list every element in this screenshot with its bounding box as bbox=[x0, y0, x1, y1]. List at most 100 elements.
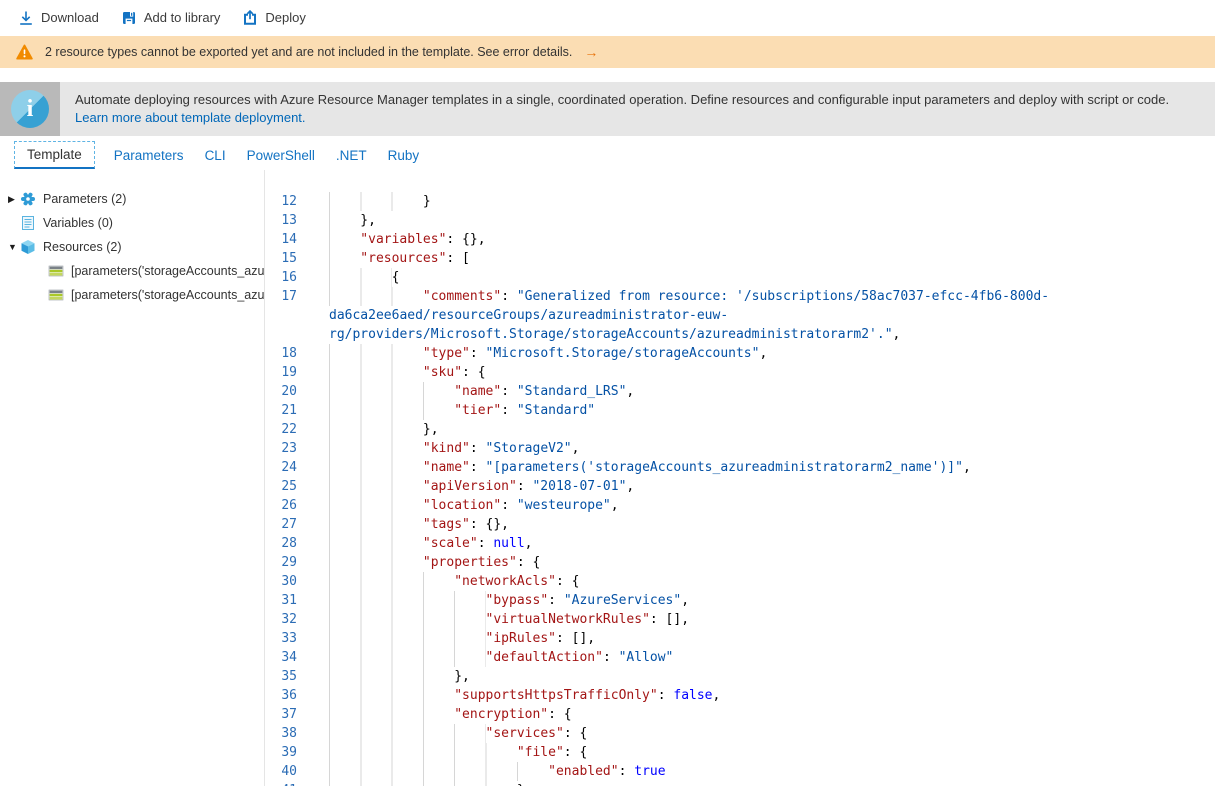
tree-item-variables-0[interactable]: Variables (0) bbox=[0, 211, 264, 235]
code-line: 40"enabled": true bbox=[265, 762, 1215, 781]
indent-guides bbox=[329, 534, 423, 553]
indent-guides bbox=[329, 686, 454, 705]
tab-cli[interactable]: CLI bbox=[203, 143, 228, 168]
line-number: 31 bbox=[265, 591, 309, 610]
line-number: 35 bbox=[265, 667, 309, 686]
code-line: 18"type": "Microsoft.Storage/storageAcco… bbox=[265, 344, 1215, 363]
variables-icon bbox=[20, 215, 36, 231]
error-details-arrow-icon[interactable]: → bbox=[584, 44, 598, 60]
line-number: 38 bbox=[265, 724, 309, 743]
tab-template[interactable]: Template bbox=[14, 141, 95, 169]
indent-guides bbox=[329, 249, 360, 268]
info-banner: i Automate deploying resources with Azur… bbox=[0, 82, 1215, 136]
tree-item-parameters-storageaccounts-azu[interactable]: [parameters('storageAccounts_azu... bbox=[0, 259, 264, 283]
code-line-content: } bbox=[309, 781, 1215, 786]
line-number: 25 bbox=[265, 477, 309, 496]
code-line: 39"file": { bbox=[265, 743, 1215, 762]
template-code-editor[interactable]: 12}13},14"variables": {},15"resources": … bbox=[264, 170, 1215, 786]
indent-guides bbox=[329, 382, 454, 401]
code-line: 22}, bbox=[265, 420, 1215, 439]
code-line-content: "ipRules": [], bbox=[309, 629, 1215, 648]
code-line-content: }, bbox=[309, 211, 1215, 230]
code-line: 12} bbox=[265, 192, 1215, 211]
line-number: 32 bbox=[265, 610, 309, 629]
line-number: 19 bbox=[265, 363, 309, 382]
save-icon bbox=[121, 10, 137, 26]
line-number: 24 bbox=[265, 458, 309, 477]
tab-ruby[interactable]: Ruby bbox=[386, 143, 422, 168]
indent-guides bbox=[329, 363, 423, 382]
code-line-content: "encryption": { bbox=[309, 705, 1215, 724]
chevron-expanded-icon[interactable]: ▼ bbox=[0, 242, 20, 252]
indent-guides bbox=[329, 211, 360, 230]
deploy-button[interactable]: Deploy bbox=[242, 10, 305, 26]
tree-item-label: Resources (2) bbox=[43, 240, 122, 254]
toolbar-button-label: Add to library bbox=[144, 10, 221, 25]
warning-banner: 2 resource types cannot be exported yet … bbox=[0, 36, 1215, 68]
indent-guides bbox=[329, 287, 423, 306]
storage-account-icon bbox=[48, 287, 64, 303]
indent-guides bbox=[329, 401, 454, 420]
add-to-library-button[interactable]: Add to library bbox=[121, 10, 221, 26]
code-line-content: "enabled": true bbox=[309, 762, 1215, 781]
line-number: 33 bbox=[265, 629, 309, 648]
code-line-content: }, bbox=[309, 420, 1215, 439]
line-number: 28 bbox=[265, 534, 309, 553]
code-line: 41} bbox=[265, 781, 1215, 786]
tree-item-resources-2[interactable]: ▼ Resources (2) bbox=[0, 235, 264, 259]
line-number: 21 bbox=[265, 401, 309, 420]
toolbar: Download Add to library Deploy bbox=[0, 0, 1215, 35]
line-number: 18 bbox=[265, 344, 309, 363]
code-line: 21"tier": "Standard" bbox=[265, 401, 1215, 420]
code-line: 15"resources": [ bbox=[265, 249, 1215, 268]
code-line-content: "resources": [ bbox=[309, 249, 1215, 268]
tree-item-parameters-2[interactable]: ▶ Parameters (2) bbox=[0, 187, 264, 211]
chevron-collapsed-icon[interactable]: ▶ bbox=[0, 194, 20, 205]
resources-icon bbox=[20, 239, 36, 255]
code-line: 23"kind": "StorageV2", bbox=[265, 439, 1215, 458]
code-line-content: "tags": {}, bbox=[309, 515, 1215, 534]
line-number: 15 bbox=[265, 249, 309, 268]
download-button[interactable]: Download bbox=[18, 10, 99, 26]
indent-guides bbox=[329, 230, 360, 249]
code-line-content: "services": { bbox=[309, 724, 1215, 743]
line-number: 39 bbox=[265, 743, 309, 762]
indent-guides bbox=[329, 477, 423, 496]
line-number: 12 bbox=[265, 192, 309, 211]
info-icon-box: i bbox=[0, 82, 60, 136]
tab-parameters[interactable]: Parameters bbox=[112, 143, 186, 168]
code-line: 26"location": "westeurope", bbox=[265, 496, 1215, 515]
line-number: 20 bbox=[265, 382, 309, 401]
line-number: 27 bbox=[265, 515, 309, 534]
code-line: 35}, bbox=[265, 667, 1215, 686]
code-line: 14"variables": {}, bbox=[265, 230, 1215, 249]
code-line-content: "networkAcls": { bbox=[309, 572, 1215, 591]
code-line: 29"properties": { bbox=[265, 553, 1215, 572]
toolbar-button-label: Deploy bbox=[265, 10, 305, 25]
code-line-content: "type": "Microsoft.Storage/storageAccoun… bbox=[309, 344, 1215, 363]
code-line-content: } bbox=[309, 192, 1215, 211]
indent-guides bbox=[329, 420, 423, 439]
deploy-icon bbox=[242, 10, 258, 26]
tree-item-label: Parameters (2) bbox=[43, 192, 126, 206]
indent-guides bbox=[329, 572, 454, 591]
learn-more-link[interactable]: Learn more about template deployment. bbox=[75, 110, 306, 125]
code-line-content: "kind": "StorageV2", bbox=[309, 439, 1215, 458]
code-line-content: "apiVersion": "2018-07-01", bbox=[309, 477, 1215, 496]
line-number: 41 bbox=[265, 781, 309, 786]
indent-guides bbox=[329, 591, 486, 610]
indent-guides bbox=[329, 705, 454, 724]
code-line-content: "comments": "Generalized from resource: … bbox=[309, 287, 1215, 344]
code-line: 13}, bbox=[265, 211, 1215, 230]
indent-guides bbox=[329, 192, 423, 211]
parameters-icon bbox=[20, 191, 36, 207]
tree-item-label: [parameters('storageAccounts_azu... bbox=[71, 288, 264, 302]
tab-net[interactable]: .NET bbox=[334, 143, 369, 168]
warning-triangle-icon bbox=[16, 44, 33, 60]
info-text: Automate deploying resources with Azure … bbox=[60, 82, 1215, 136]
line-number: 14 bbox=[265, 230, 309, 249]
tree-item-parameters-storageaccounts-azu[interactable]: [parameters('storageAccounts_azu... bbox=[0, 283, 264, 307]
tab-powershell[interactable]: PowerShell bbox=[245, 143, 317, 168]
indent-guides bbox=[329, 781, 517, 786]
indent-guides bbox=[329, 458, 423, 477]
